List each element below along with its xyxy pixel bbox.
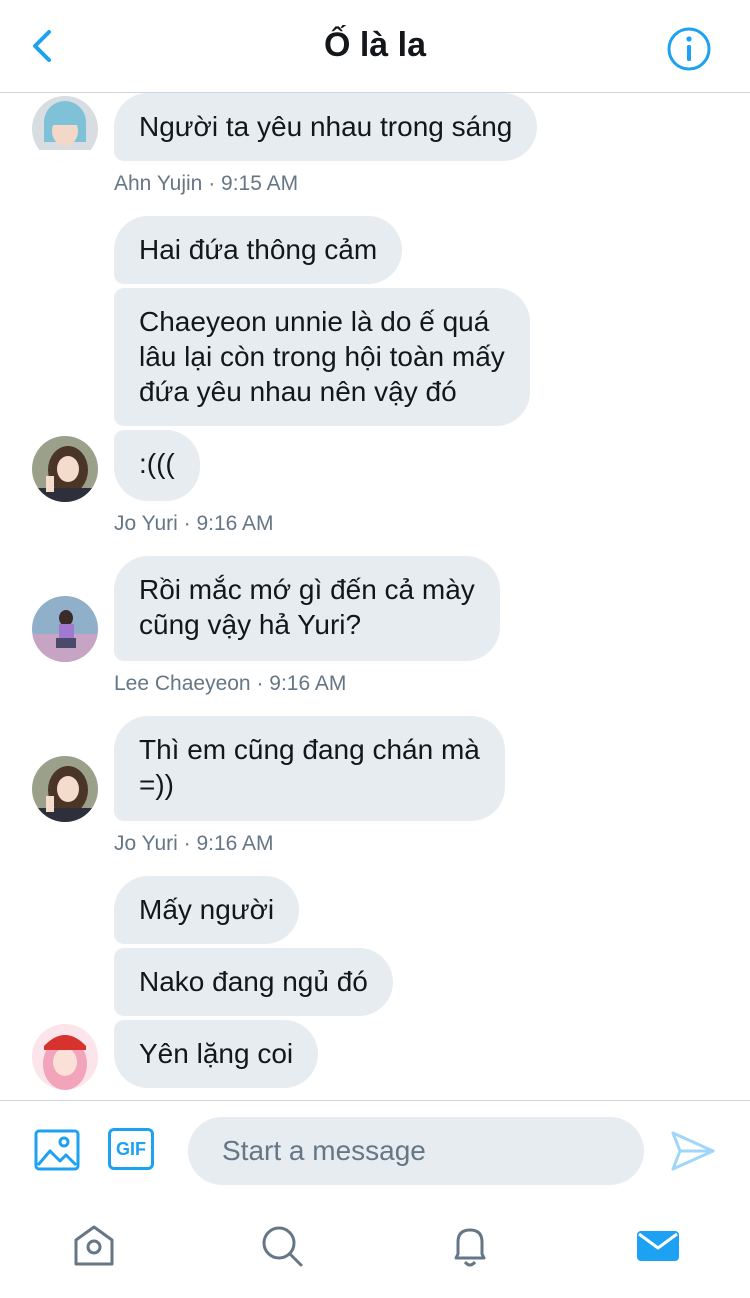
message-bubble[interactable]: Yên lặng coi <box>114 1020 319 1088</box>
send-icon[interactable] <box>670 1129 716 1173</box>
message-composer: GIF <box>0 1100 750 1201</box>
avatar[interactable] <box>32 96 98 162</box>
gif-button[interactable]: GIF <box>108 1128 154 1170</box>
home-icon[interactable] <box>70 1222 118 1270</box>
notifications-icon[interactable] <box>446 1222 494 1270</box>
message-bubble[interactable]: Người ta yêu nhau trong sáng <box>114 93 538 161</box>
message-meta: Lee Chaeyeon · 9:16 AM <box>114 672 347 695</box>
message-meta: Jo Yuri · 9:16 AM <box>114 512 274 535</box>
avatar[interactable] <box>32 596 98 662</box>
message-bubble[interactable]: Mấy người <box>114 876 300 944</box>
message-bubble[interactable]: :((( <box>114 430 200 501</box>
messages-icon[interactable] <box>634 1222 682 1270</box>
tab-bar <box>0 1200 750 1298</box>
message-meta: Ahn Yujin · 9:15 AM <box>114 172 299 195</box>
conversation-header: Ố là la <box>0 0 750 93</box>
image-icon[interactable] <box>34 1127 80 1173</box>
message-meta: Jo Yuri · 9:16 AM <box>114 832 274 855</box>
avatar[interactable] <box>32 436 98 502</box>
search-icon[interactable] <box>258 1222 306 1270</box>
message-bubble[interactable]: Rồi mắc mớ gì đến cả mày cũng vậy hả Yur… <box>114 556 500 661</box>
info-icon[interactable] <box>665 25 713 73</box>
message-bubble[interactable]: Nako đang ngủ đó <box>114 948 393 1016</box>
avatar[interactable] <box>32 1024 98 1090</box>
conversation-title: Ố là la <box>323 26 427 64</box>
message-bubble[interactable]: Hai đứa thông cảm <box>114 216 403 284</box>
message-bubble[interactable]: Chaeyeon unnie là do ế quá lâu lại còn t… <box>114 288 530 426</box>
message-input[interactable] <box>188 1117 644 1185</box>
message-bubble[interactable]: Thì em cũng đang chán mà =)) <box>114 716 505 821</box>
avatar[interactable] <box>32 756 98 822</box>
